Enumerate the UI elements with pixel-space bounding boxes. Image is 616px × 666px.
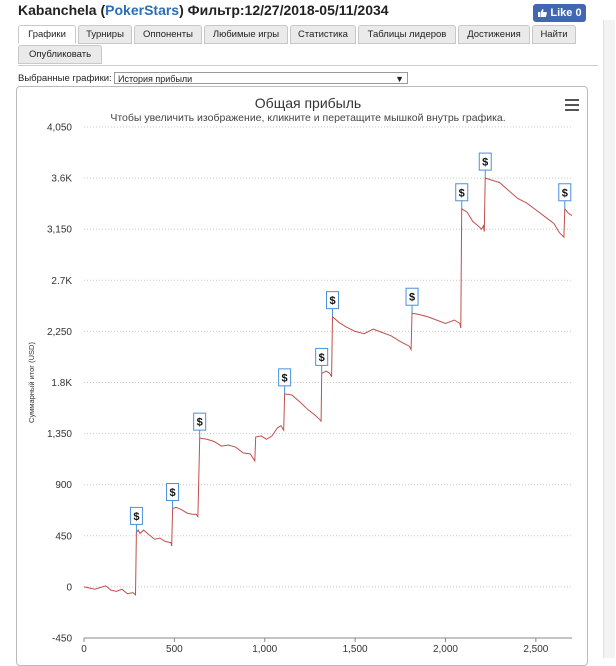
y-tick-label: 4,050: [47, 123, 72, 134]
marker-label: $: [329, 295, 335, 307]
marker-label: $: [133, 511, 139, 523]
y-tick-label: 0: [66, 582, 72, 593]
x-tick-label: 0: [81, 644, 87, 655]
marker-label: $: [319, 352, 325, 364]
y-tick-label: 3.6K: [51, 174, 72, 185]
deposit-marker[interactable]: $: [455, 183, 469, 209]
profit-chart[interactable]: -450 0 450 900 1,350 1.8K 2,250 2.7K 3,150 3.6K 4,…: [0, 0, 616, 658]
y-tick-label: 2.7K: [51, 276, 72, 287]
y-tick-label: 1.8K: [51, 378, 72, 389]
deposit-marker[interactable]: $: [405, 287, 419, 314]
x-tick-label: 1,500: [343, 644, 368, 655]
deposit-marker[interactable]: $: [193, 412, 207, 439]
marker-label: $: [562, 187, 568, 199]
x-tick-label: 500: [166, 644, 183, 655]
marker-label: $: [482, 157, 488, 169]
deposit-marker[interactable]: $: [166, 483, 180, 509]
deposit-marker[interactable]: $: [558, 183, 572, 209]
page-scrollbar[interactable]: [603, 20, 615, 658]
profit-line: [83, 177, 573, 596]
y-tick-label: 2,250: [47, 327, 72, 338]
deposit-marker[interactable]: $: [478, 152, 492, 179]
y-axis-label: Суммарный итог (USD): [27, 342, 36, 423]
marker-label: $: [197, 417, 203, 429]
marker-label: $: [170, 487, 176, 499]
y-tick-label: 450: [55, 531, 72, 542]
marker-label: $: [282, 372, 288, 384]
x-tick-label: 1,000: [252, 644, 277, 655]
marker-label: $: [459, 187, 465, 199]
deposit-marker[interactable]: $: [315, 347, 329, 374]
marker-label: $: [409, 292, 415, 304]
deposit-marker[interactable]: $: [326, 291, 340, 317]
deposit-marker[interactable]: $: [278, 368, 292, 394]
y-tick-label: 3,150: [47, 225, 72, 236]
y-tick-label: -450: [52, 634, 72, 645]
x-tick-label: 2,000: [433, 644, 458, 655]
x-tick-label: 2,500: [523, 644, 548, 655]
y-tick-label: 900: [55, 480, 72, 491]
y-tick-label: 1,350: [47, 429, 72, 440]
deposit-marker[interactable]: $: [129, 506, 143, 533]
